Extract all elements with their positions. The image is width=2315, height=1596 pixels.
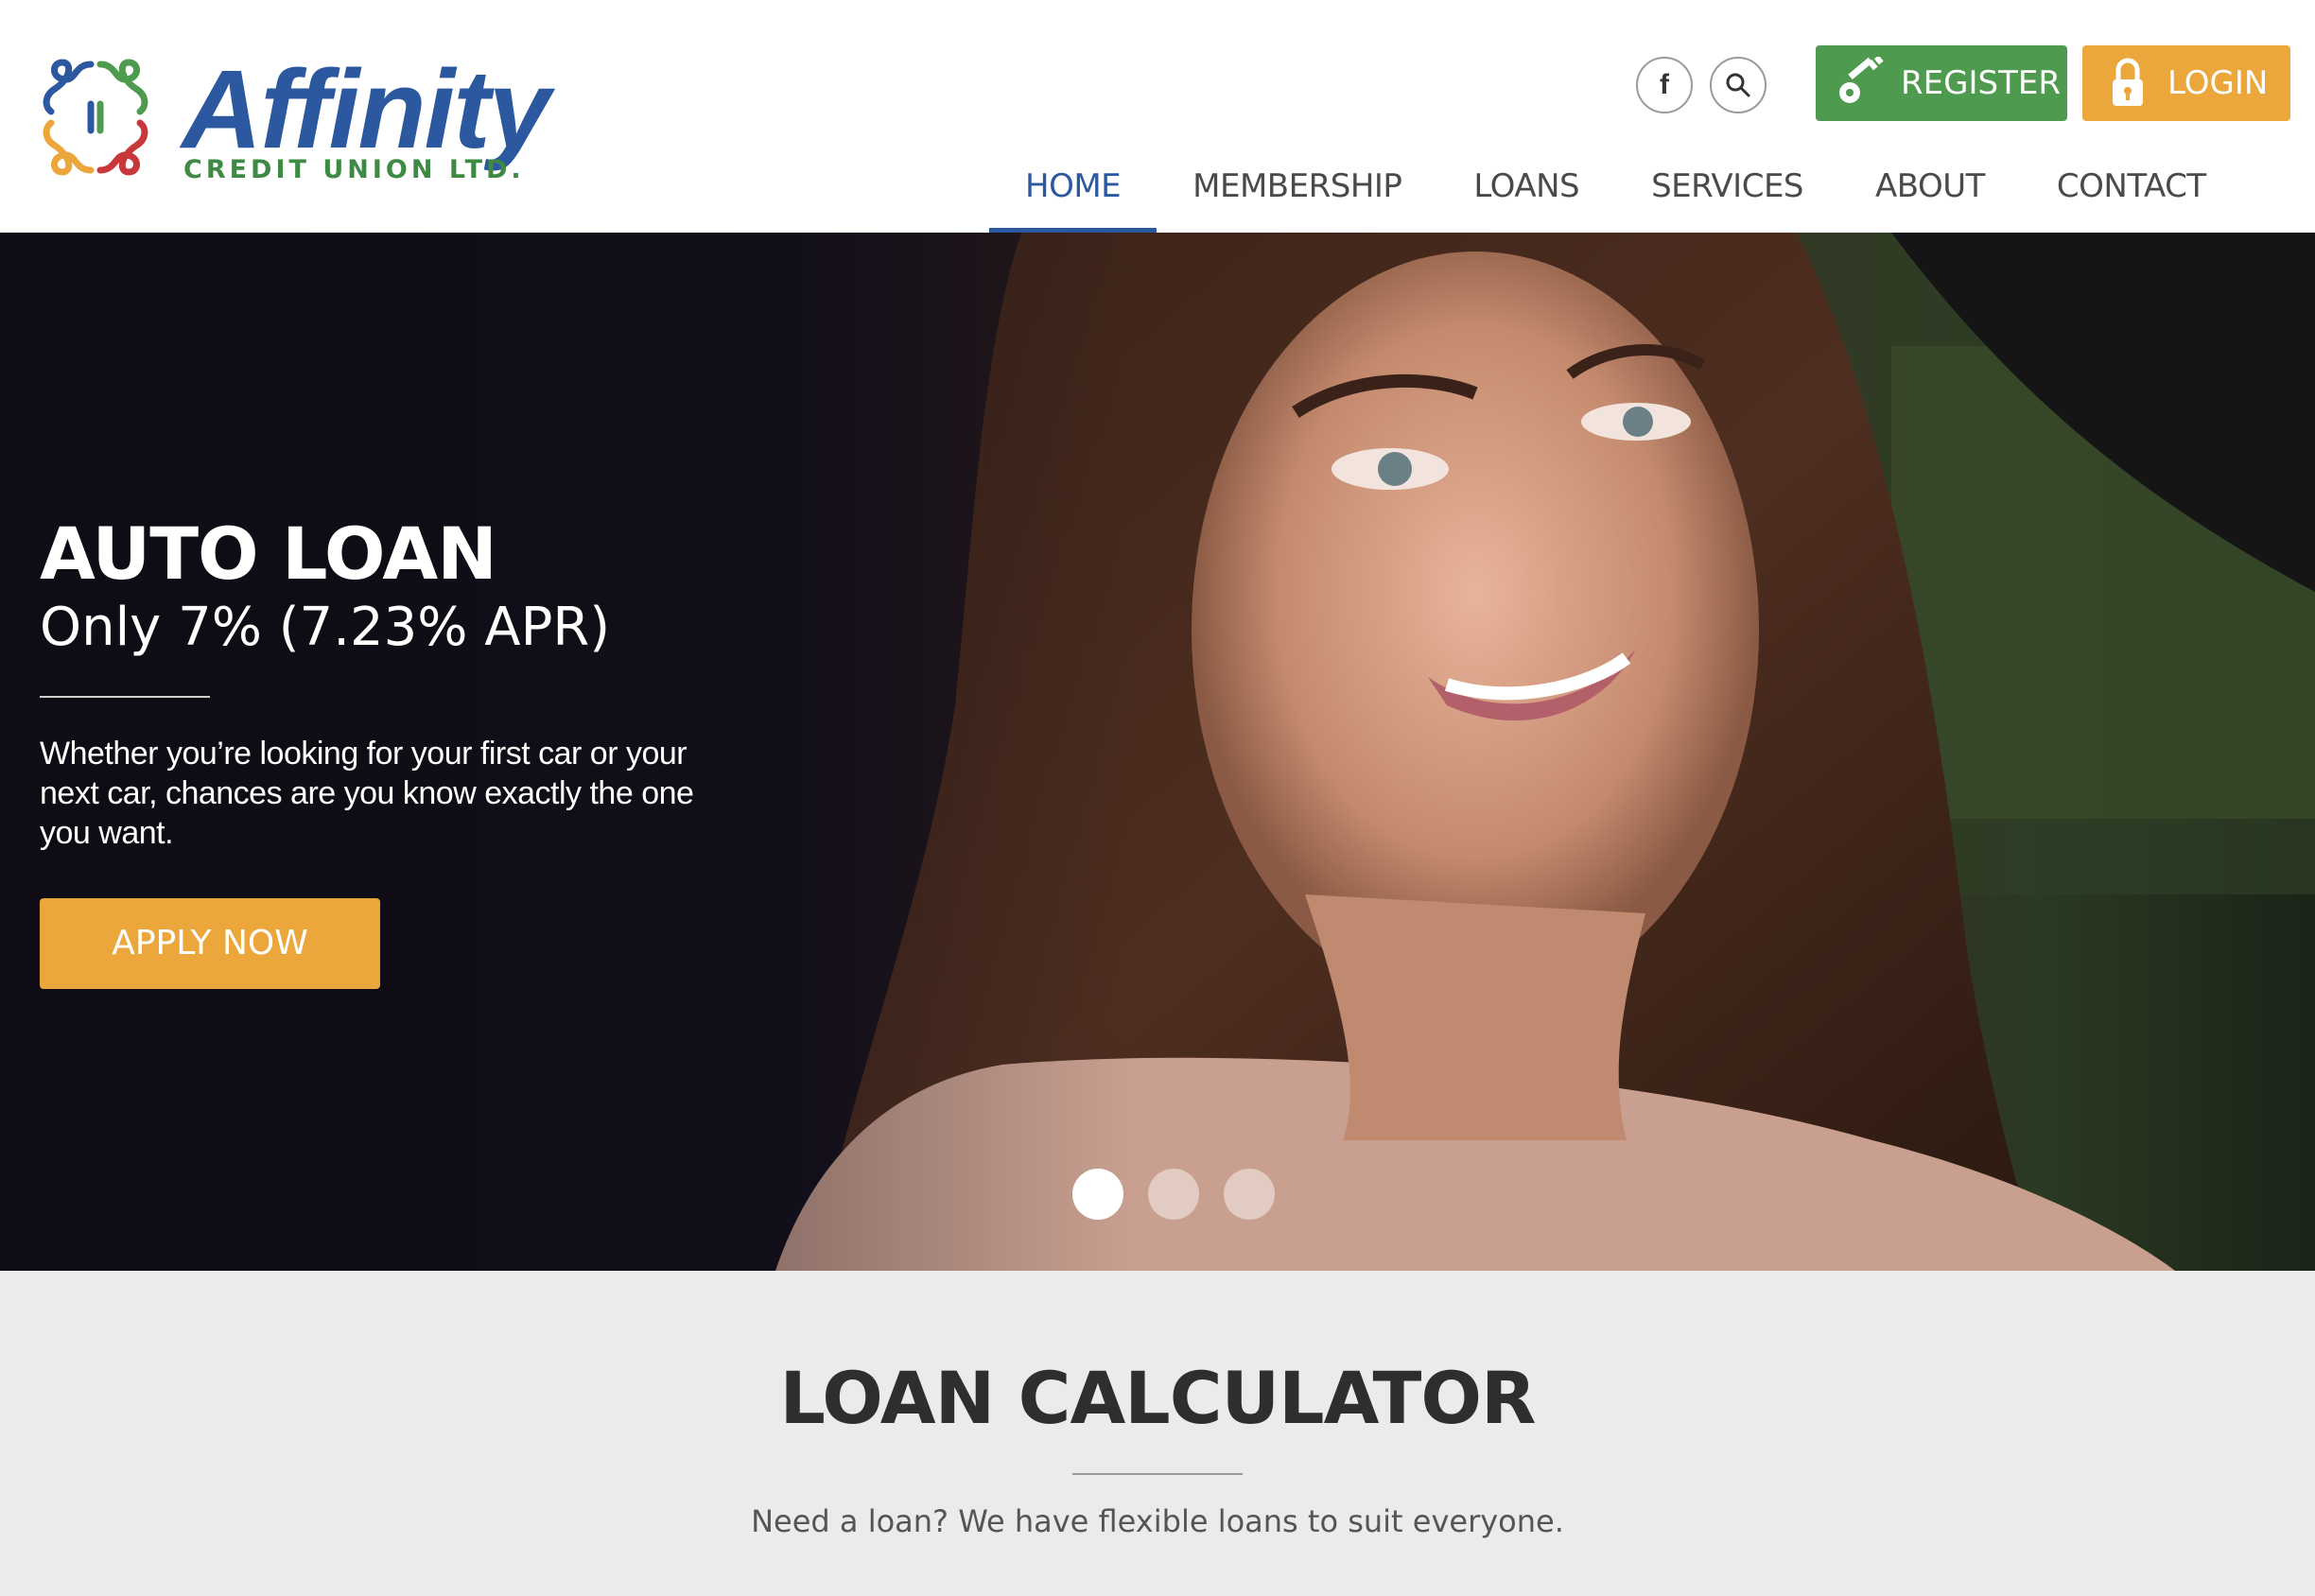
hero-divider	[40, 696, 210, 698]
search-icon[interactable]	[1710, 57, 1767, 113]
nav-about[interactable]: ABOUT	[1839, 161, 2021, 233]
hero-content: AUTO LOAN Only 7% (7.23% APR) Whether yo…	[40, 514, 721, 989]
brand-name: Affinity	[182, 47, 550, 172]
login-button[interactable]: LOGIN	[2082, 45, 2290, 121]
facebook-icon[interactable]: f	[1636, 57, 1693, 113]
affinity-logo-icon	[43, 59, 148, 176]
loan-calculator-title: LOAN CALCULATOR	[779, 1356, 1537, 1440]
padlock-icon	[2113, 58, 2143, 106]
loan-calculator-section: LOAN CALCULATOR Need a loan? We have fle…	[0, 1271, 2315, 1596]
slider-dots	[1072, 1169, 1275, 1220]
facebook-glyph: f	[1660, 69, 1669, 100]
hero-description: Whether you’re looking for your first ca…	[40, 736, 694, 851]
loan-calculator-text: Need a loan? We have flexible loans to s…	[751, 1503, 1564, 1539]
hero-title: AUTO LOAN	[40, 512, 497, 596]
nav-loans[interactable]: LOANS	[1437, 161, 1615, 233]
nav-membership[interactable]: MEMBERSHIP	[1157, 161, 1437, 233]
apply-now-button[interactable]: APPLY NOW	[40, 898, 380, 989]
hero-subtitle: Only 7% (7.23% APR)	[40, 597, 611, 658]
slider-dot-3[interactable]	[1224, 1169, 1275, 1220]
slider-dot-2[interactable]	[1148, 1169, 1199, 1220]
site-logo[interactable]: Affinity CREDIT UNION LTD.	[38, 47, 550, 184]
nav-home[interactable]: HOME	[989, 161, 1158, 233]
site-header: Affinity CREDIT UNION LTD. f REGISTER LO…	[0, 0, 2315, 233]
register-button[interactable]: REGISTER	[1816, 45, 2067, 121]
magnifier-icon	[1726, 73, 1750, 97]
main-nav: HOME MEMBERSHIP LOANS SERVICES ABOUT CON…	[989, 161, 2242, 233]
register-label: REGISTER	[1901, 64, 2061, 102]
login-label: LOGIN	[2167, 64, 2269, 102]
slider-dot-1[interactable]	[1072, 1169, 1123, 1220]
calculator-divider	[1072, 1473, 1243, 1475]
hero-slider: AUTO LOAN Only 7% (7.23% APR) Whether yo…	[0, 233, 2315, 1271]
key-icon	[1839, 57, 1884, 103]
nav-contact[interactable]: CONTACT	[2021, 161, 2242, 233]
brand-subtitle: CREDIT UNION LTD.	[183, 155, 525, 184]
social-links: f	[1636, 57, 1767, 113]
nav-services[interactable]: SERVICES	[1615, 161, 1839, 233]
